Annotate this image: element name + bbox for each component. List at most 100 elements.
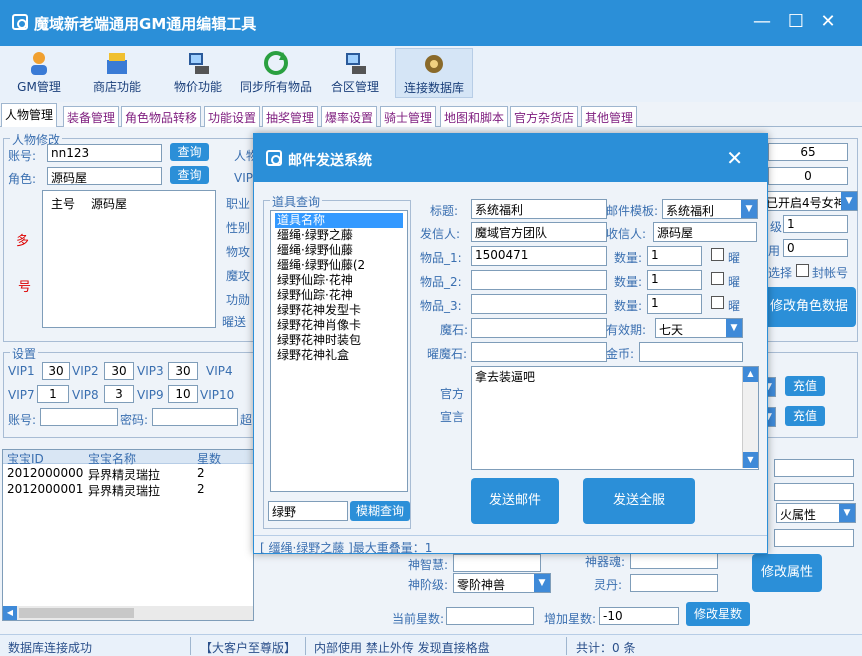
ban-account-checkbox[interactable] <box>796 264 809 277</box>
right-input-1[interactable]: 1 <box>783 215 848 233</box>
recharge-button-2[interactable]: 充值 <box>785 406 825 426</box>
sender-input[interactable]: 魔域官方团队 <box>471 222 607 242</box>
account-label: 账号: <box>8 149 37 163</box>
list-item[interactable]: 道具名称 <box>275 213 403 228</box>
close-button[interactable]: ✕ <box>818 12 838 32</box>
validity-dropdown[interactable]: 七天 ▼ <box>655 318 743 338</box>
send-mail-button[interactable]: 发送邮件 <box>471 478 559 524</box>
modify-attr-button[interactable]: 修改属性 <box>752 554 822 592</box>
spirit-pill-input[interactable] <box>630 574 718 592</box>
bind2-checkbox[interactable] <box>711 272 724 285</box>
receiver-input[interactable]: 源码屋 <box>653 222 757 242</box>
list-item[interactable]: 绿野花神礼盒 <box>271 348 407 363</box>
god-stage-dropdown[interactable]: 零阶神兽 ▼ <box>453 573 551 593</box>
role-input[interactable]: 源码屋 <box>47 167 162 185</box>
table-row[interactable]: 2012000001 异界精灵瑞拉 2 <box>3 482 253 498</box>
fire-attr-dropdown[interactable]: 火属性 ▼ <box>776 503 856 523</box>
item1-input[interactable]: 1500471 <box>471 246 607 266</box>
qty1-input[interactable]: 1 <box>647 246 702 266</box>
minimize-button[interactable]: — <box>752 12 772 32</box>
tab-knight[interactable]: 骑士管理 <box>380 106 437 127</box>
list-item[interactable]: 缰绳·绿野仙藤(2 <box>271 258 407 273</box>
scroll-thumb[interactable] <box>19 608 134 618</box>
gold-input[interactable] <box>639 342 743 362</box>
list-item[interactable]: 缰绳·绿野仙藤 <box>271 243 407 258</box>
fuzzy-query-button[interactable]: 模糊查询 <box>350 501 410 521</box>
item3-input[interactable] <box>471 294 607 314</box>
shop-button[interactable]: 商店功能 <box>88 48 146 98</box>
tab-lottery[interactable]: 抽奖管理 <box>262 106 319 127</box>
qty3-input[interactable]: 1 <box>647 294 702 314</box>
yao-stone-input[interactable] <box>471 342 607 362</box>
tab-other[interactable]: 其他管理 <box>581 106 638 127</box>
add-star-input[interactable]: -10 <box>599 607 679 625</box>
gm-manage-button[interactable]: GM管理 <box>14 48 64 98</box>
price-button[interactable]: 物价功能 <box>170 48 226 98</box>
item2-input[interactable] <box>471 270 607 290</box>
tab-function-settings[interactable]: 功能设置 <box>204 106 261 127</box>
tab-character[interactable]: 人物管理 <box>1 103 58 127</box>
list-item[interactable]: 绿野花神肖像卡 <box>271 318 407 333</box>
current-star-input[interactable] <box>446 607 534 625</box>
item-search-input[interactable]: 绿野 <box>268 501 348 521</box>
recharge-button-1[interactable]: 充值 <box>785 376 825 396</box>
item-list[interactable]: 道具名称 缰绳·绿野之藤 缰绳·绿野仙藤 缰绳·绿野仙藤(2 绿野仙踪·花神 绿… <box>270 210 408 492</box>
tab-item-transfer[interactable]: 角色物品转移 <box>121 106 202 127</box>
magic-stone-input[interactable] <box>471 318 607 338</box>
tab-equipment[interactable]: 装备管理 <box>63 106 120 127</box>
pet-table-hscrollbar[interactable]: ◀ <box>3 606 253 620</box>
level-input[interactable]: 65 <box>768 143 848 161</box>
send-all-button[interactable]: 发送全服 <box>583 478 695 524</box>
status-separator <box>190 637 191 655</box>
list-item[interactable]: 绿野花神时装包 <box>271 333 407 348</box>
toolbar: GM管理 商店功能 物价功能 同步所有物品 合区管理 连接数据库 <box>0 46 862 102</box>
bind1-checkbox[interactable] <box>711 248 724 261</box>
vip-input[interactable]: 30 <box>168 362 198 380</box>
vip-input[interactable]: 10 <box>168 385 198 403</box>
list-item[interactable]: 缰绳·绿野之藤 <box>271 228 407 243</box>
dialog-body: 道具查询 道具名称 缰绳·绿野之藤 缰绳·绿野仙藤 缰绳·绿野仙藤(2 绿野仙踪… <box>254 182 767 555</box>
message-scrollbar[interactable]: ▲ ▼ <box>742 367 758 468</box>
subject-input[interactable]: 系统福利 <box>471 199 607 219</box>
tab-map-script[interactable]: 地图和脚本 <box>440 106 509 127</box>
pet-attr-input-1[interactable] <box>774 459 854 477</box>
message-text: 拿去装逼吧 <box>475 370 536 384</box>
vip-input[interactable]: 30 <box>42 362 70 380</box>
tab-drop-rate[interactable]: 爆率设置 <box>321 106 378 127</box>
list-item[interactable]: 绿野花神发型卡 <box>271 303 407 318</box>
modify-role-button[interactable]: 修改角色数据 <box>762 287 856 327</box>
god-wisdom-input[interactable] <box>453 554 541 572</box>
settings-account-input[interactable] <box>40 408 118 426</box>
scroll-left-icon[interactable]: ◀ <box>3 606 17 620</box>
dialog-close-icon[interactable]: ✕ <box>726 146 743 170</box>
vip-input[interactable]: 30 <box>104 362 134 380</box>
modify-star-button[interactable]: 修改星数 <box>686 602 750 626</box>
account-query-button[interactable]: 查询 <box>170 143 209 161</box>
right-input-2[interactable]: 0 <box>783 239 848 257</box>
account-input[interactable]: nn123 <box>47 144 162 162</box>
connect-database-button[interactable]: 连接数据库 <box>395 48 473 98</box>
sync-items-button[interactable]: 同步所有物品 <box>238 48 314 98</box>
goddess-dropdown[interactable]: 已开启4号女神 ▼ <box>762 191 858 211</box>
settings-password-input[interactable] <box>152 408 238 426</box>
role-list[interactable]: 主号 源码屋 <box>42 190 216 328</box>
list-item[interactable]: 绿野仙踪·花神 <box>271 273 407 288</box>
qty2-input[interactable]: 1 <box>647 270 702 290</box>
vip-input[interactable]: 3 <box>104 385 134 403</box>
pet-table[interactable]: 宝宝ID 宝宝名称 星数 2012000000 异界精灵瑞拉 2 2012000… <box>2 449 254 621</box>
merge-zone-button[interactable]: 合区管理 <box>327 48 383 98</box>
table-row[interactable]: 2012000000 异界精灵瑞拉 2 <box>3 466 253 482</box>
pet-attr-input-3[interactable] <box>774 529 854 547</box>
maximize-button[interactable]: ☐ <box>786 12 806 32</box>
scroll-down-icon[interactable]: ▼ <box>743 452 758 468</box>
scroll-up-icon[interactable]: ▲ <box>743 367 758 382</box>
bind3-checkbox[interactable] <box>711 296 724 309</box>
exp-input[interactable]: 0 <box>768 167 848 185</box>
vip-input[interactable]: 1 <box>37 385 69 403</box>
template-dropdown[interactable]: 系统福利 ▼ <box>662 199 758 219</box>
tab-grocery[interactable]: 官方杂货店 <box>510 106 579 127</box>
role-query-button[interactable]: 查询 <box>170 166 209 184</box>
message-textarea[interactable]: 拿去装逼吧 ▲ ▼ <box>471 366 759 470</box>
list-item[interactable]: 绿野仙踪·花神 <box>271 288 407 303</box>
pet-attr-input-2[interactable] <box>774 483 854 501</box>
